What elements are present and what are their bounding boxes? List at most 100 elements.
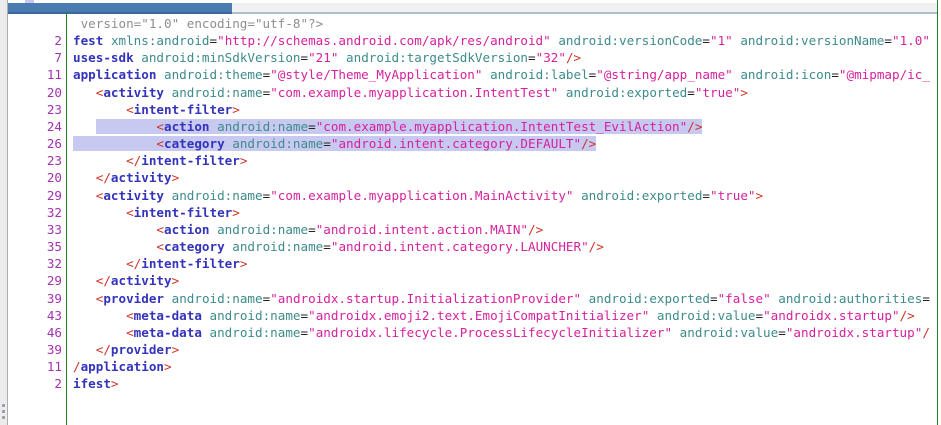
code-text[interactable]: <action android:name="com.example.myappl… bbox=[67, 118, 937, 135]
code-token: > bbox=[232, 102, 240, 117]
left-splitter-bar[interactable] bbox=[0, 0, 8, 425]
code-token: "false" bbox=[718, 291, 771, 306]
code-line[interactable]: 2ifest> bbox=[8, 375, 937, 392]
code-token: action bbox=[164, 222, 210, 237]
code-line[interactable]: 11application android:theme="@style/Them… bbox=[8, 66, 937, 83]
code-editor[interactable]: version="1.0" encoding="utf-8"?>2fest xm… bbox=[8, 12, 937, 425]
code-line[interactable]: 23 <intent-filter> bbox=[8, 101, 937, 118]
code-text[interactable]: <activity android:name="com.example.myap… bbox=[67, 84, 937, 101]
code-token: = bbox=[702, 33, 710, 48]
code-text[interactable]: fest xmlns:android="http://schemas.andro… bbox=[67, 32, 937, 49]
line-number: 35 bbox=[8, 238, 67, 255]
splitter-grip-dot bbox=[2, 416, 5, 419]
code-token: android:name bbox=[172, 291, 263, 306]
code-text[interactable]: <meta-data android:name="androidx.emoji2… bbox=[67, 307, 937, 324]
code-token bbox=[649, 308, 657, 323]
code-line[interactable]: 32 <intent-filter> bbox=[8, 204, 937, 221]
code-token: = bbox=[323, 239, 331, 254]
code-token: < bbox=[126, 308, 134, 323]
code-token bbox=[73, 102, 126, 117]
code-token: application bbox=[81, 359, 164, 374]
code-text[interactable]: <activity android:name="com.example.myap… bbox=[67, 187, 937, 204]
code-line[interactable]: 33 <action android:name="android.intent.… bbox=[8, 221, 937, 238]
code-text[interactable]: </activity> bbox=[67, 272, 937, 289]
code-token: android:value bbox=[680, 325, 779, 340]
code-line[interactable]: 7uses-sdk android:minSdkVersion="21" and… bbox=[8, 49, 937, 66]
code-text[interactable]: uses-sdk android:minSdkVersion="21" andr… bbox=[67, 49, 937, 66]
code-token bbox=[73, 308, 126, 323]
code-text[interactable]: </activity> bbox=[67, 169, 937, 186]
code-token: android:name bbox=[210, 308, 301, 323]
code-line[interactable]: 24 <action android:name="com.example.mya… bbox=[8, 118, 937, 135]
code-text[interactable]: <meta-data android:name="androidx.lifecy… bbox=[67, 324, 937, 341]
code-line[interactable]: 23 </intent-filter> bbox=[8, 152, 937, 169]
code-token: android:targetSdkVersion bbox=[346, 50, 528, 65]
code-line[interactable]: 35 <category android:name="android.inten… bbox=[8, 238, 937, 255]
code-text[interactable]: /application> bbox=[67, 358, 937, 375]
code-line[interactable]: 39 </provider> bbox=[8, 341, 937, 358]
code-token: intent-filter bbox=[141, 153, 240, 168]
code-text[interactable]: <intent-filter> bbox=[67, 101, 937, 118]
code-token: </ bbox=[126, 153, 141, 168]
line-number: 2 bbox=[8, 375, 67, 392]
code-text[interactable]: version="1.0" encoding="utf-8"?> bbox=[67, 15, 937, 32]
line-number: 29 bbox=[8, 272, 67, 289]
code-token bbox=[581, 291, 589, 306]
code-token bbox=[210, 119, 218, 134]
code-line[interactable]: 29 <activity android:name="com.example.m… bbox=[8, 187, 937, 204]
code-text[interactable]: </intent-filter> bbox=[67, 152, 937, 169]
code-line[interactable]: 39 <provider android:name="androidx.star… bbox=[8, 290, 937, 307]
code-token: android:theme bbox=[164, 67, 263, 82]
code-line[interactable]: 46 <meta-data android:name="androidx.lif… bbox=[8, 324, 937, 341]
code-line[interactable]: 2fest xmlns:android="http://schemas.andr… bbox=[8, 32, 937, 49]
code-token: android:name bbox=[217, 119, 308, 134]
code-token bbox=[73, 239, 156, 254]
code-token bbox=[164, 291, 172, 306]
code-token: intent-filter bbox=[134, 102, 233, 117]
code-token: activity bbox=[103, 188, 164, 203]
code-token: action bbox=[164, 119, 210, 134]
code-token: application bbox=[73, 67, 156, 82]
code-text[interactable]: </provider> bbox=[67, 341, 937, 358]
code-line[interactable]: 11/application> bbox=[8, 358, 937, 375]
code-line[interactable]: 20 </activity> bbox=[8, 169, 937, 186]
code-token: < bbox=[156, 239, 164, 254]
code-token: = bbox=[301, 308, 309, 323]
code-token bbox=[73, 188, 96, 203]
code-token: </ bbox=[126, 256, 141, 271]
code-token: = bbox=[308, 119, 316, 134]
code-line[interactable]: version="1.0" encoding="utf-8"?> bbox=[8, 15, 937, 32]
code-text[interactable]: <category android:name="android.intent.c… bbox=[67, 238, 937, 255]
line-number: 2 bbox=[8, 32, 67, 49]
code-token bbox=[73, 170, 96, 185]
code-token: "true" bbox=[710, 188, 756, 203]
code-token: / bbox=[922, 325, 930, 340]
code-token: android:name bbox=[217, 222, 308, 237]
line-number: 26 bbox=[8, 135, 67, 152]
code-token: uses-sdk bbox=[73, 50, 134, 65]
code-token: > bbox=[756, 188, 764, 203]
code-token: "androidx.startup" bbox=[786, 325, 922, 340]
code-line[interactable]: 29 </activity> bbox=[8, 272, 937, 289]
code-token: "androidx.startup.InitializationProvider… bbox=[270, 291, 581, 306]
code-text[interactable]: <action android:name="android.intent.act… bbox=[67, 221, 937, 238]
code-token: activity bbox=[111, 273, 172, 288]
code-token: android:name bbox=[232, 239, 323, 254]
code-line[interactable]: 32 </intent-filter> bbox=[8, 255, 937, 272]
code-text[interactable]: application android:theme="@style/Theme_… bbox=[67, 66, 937, 83]
code-token: > bbox=[172, 273, 180, 288]
code-token bbox=[73, 119, 96, 134]
code-text[interactable]: </intent-filter> bbox=[67, 255, 937, 272]
code-token bbox=[73, 205, 126, 220]
line-number: 29 bbox=[8, 187, 67, 204]
code-text[interactable]: <category android:name="android.intent.c… bbox=[67, 135, 937, 152]
code-token: > bbox=[172, 342, 180, 357]
code-line[interactable]: 43 <meta-data android:name="androidx.emo… bbox=[8, 307, 937, 324]
code-line[interactable]: 20 <activity android:name="com.example.m… bbox=[8, 84, 937, 101]
code-text[interactable]: <intent-filter> bbox=[67, 204, 937, 221]
code-line[interactable]: 26 <category android:name="android.inten… bbox=[8, 135, 937, 152]
code-token: < bbox=[156, 136, 164, 151]
code-text[interactable]: ifest> bbox=[67, 375, 937, 392]
code-token: "androidx.startup" bbox=[763, 308, 899, 323]
code-text[interactable]: <provider android:name="androidx.startup… bbox=[67, 290, 937, 307]
